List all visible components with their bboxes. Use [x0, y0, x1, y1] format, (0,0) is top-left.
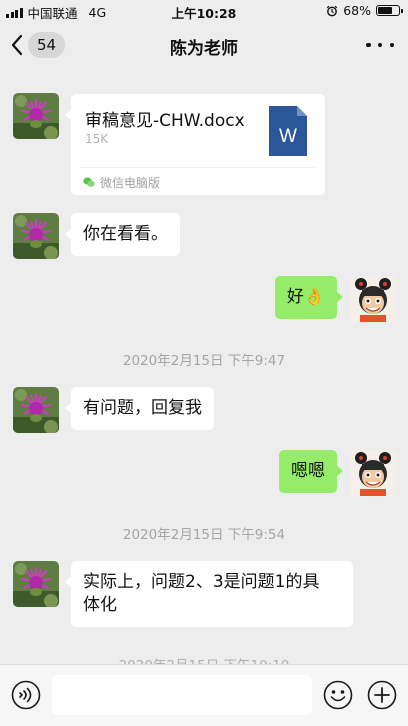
thistle-flower-avatar-icon [13, 561, 59, 607]
more-dot-icon [377, 42, 383, 48]
self-message-bubble[interactable]: 好👌 [274, 276, 344, 319]
thistle-flower-avatar-icon [13, 213, 59, 259]
timestamp: 2020年2月15日 下午9:54 [122, 527, 286, 543]
contact-avatar[interactable] [13, 93, 59, 139]
file-name: 审稿意见-CHW.docx [85, 111, 245, 131]
file-size: 15K [85, 132, 109, 146]
message-line: 实际上，问题2、3是问题1的具 [83, 572, 320, 592]
contact-avatar[interactable] [13, 213, 59, 259]
message-line: 体化 [83, 595, 117, 615]
message-bubble[interactable]: 有问题，回复我 [65, 387, 214, 430]
self-message-bubble[interactable]: 嗯嗯 [279, 450, 343, 493]
emoji-icon[interactable] [323, 680, 353, 710]
more-dot-icon [366, 42, 371, 48]
thistle-flower-avatar-icon [13, 387, 59, 433]
more-options-button[interactable] [366, 36, 394, 54]
alarm-icon [326, 5, 338, 16]
clipped-timestamp-top: · [0, 70, 408, 75]
timestamp-clipped: 2020年2月15日 下午10:10 [0, 654, 408, 664]
message-bubble[interactable]: 实际上，问题2、3是问题1的具 体化 [65, 561, 353, 627]
message-input[interactable] [52, 675, 312, 715]
self-avatar[interactable] [350, 450, 396, 496]
contact-avatar[interactable] [13, 561, 59, 607]
message-bubble[interactable]: 你在看看。 [65, 213, 180, 256]
chat-header: 54 陈为老师 [0, 22, 408, 70]
file-source: 微信电脑版 [83, 174, 160, 191]
status-bar: 中国联通 4G 上午10:28 68% [0, 0, 408, 22]
file-source-label: 微信电脑版 [100, 176, 161, 190]
voice-input-icon[interactable] [11, 680, 41, 710]
status-right: 68% [326, 3, 403, 18]
cartoon-girl-avatar-icon [350, 450, 396, 496]
battery-icon [376, 5, 403, 16]
wechat-logo-icon [83, 177, 95, 187]
plus-more-icon[interactable] [367, 680, 397, 710]
chat-messages[interactable]: · 审稿意见-CHW.docx 15K W [0, 70, 408, 664]
contact-avatar[interactable] [13, 387, 59, 433]
chat-title: 陈为老师 [170, 39, 238, 59]
file-message-card[interactable]: 审稿意见-CHW.docx 15K W 微信电脑版 [65, 94, 325, 195]
thistle-flower-avatar-icon [13, 93, 59, 139]
battery-percent: 68% [343, 3, 371, 18]
input-bar [0, 664, 408, 726]
word-document-icon: W [269, 106, 307, 156]
svg-text:W: W [279, 126, 297, 147]
timestamp: 2020年2月15日 下午9:47 [122, 353, 286, 369]
file-card-divider [81, 167, 315, 168]
cartoon-girl-avatar-icon [350, 276, 396, 322]
self-avatar[interactable] [350, 276, 396, 322]
more-dot-icon [389, 42, 394, 48]
